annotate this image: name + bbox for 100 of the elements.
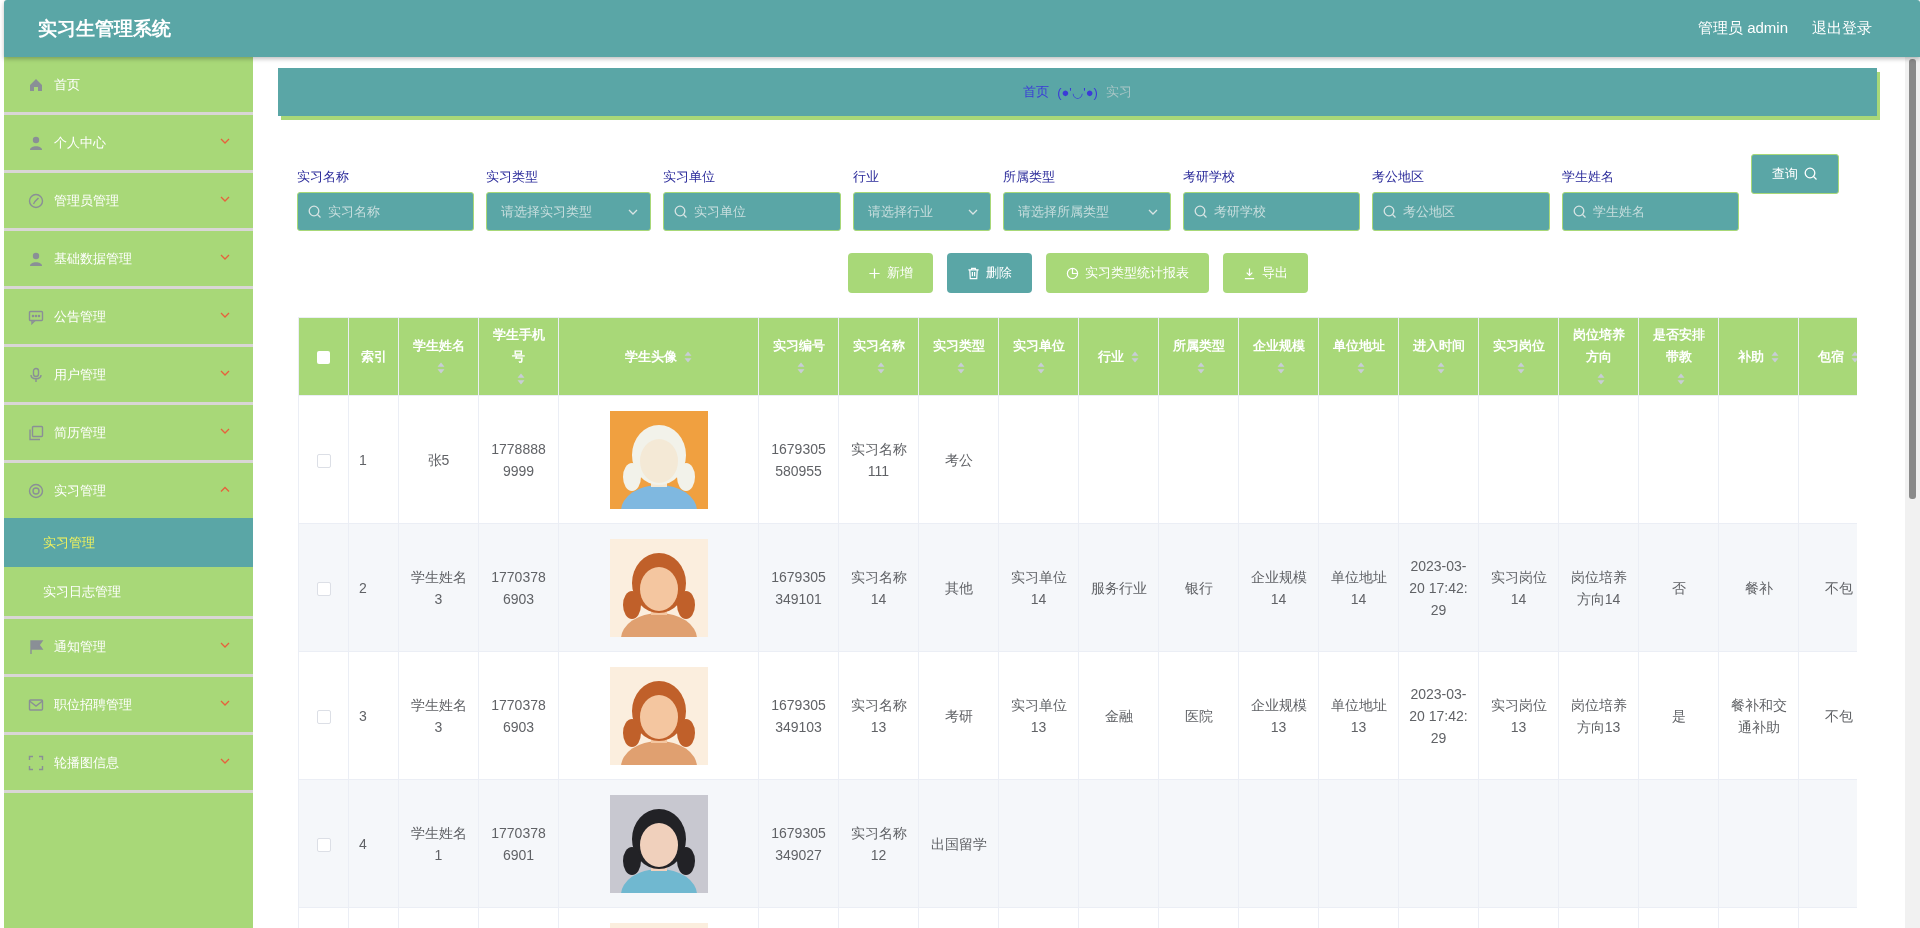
sort-icon[interactable] bbox=[1596, 373, 1605, 386]
search-field[interactable]: 实习单位 bbox=[663, 192, 841, 231]
mic-icon bbox=[28, 366, 44, 383]
sort-icon[interactable] bbox=[516, 373, 525, 386]
row-checkbox[interactable] bbox=[316, 837, 331, 852]
select-field[interactable]: 请选择实习类型 bbox=[486, 192, 651, 231]
action-button[interactable]: 新增 bbox=[847, 253, 933, 293]
select-all-checkbox[interactable] bbox=[317, 350, 330, 364]
sort-icon[interactable] bbox=[1276, 362, 1285, 375]
pie-icon bbox=[1065, 266, 1079, 280]
menu-item[interactable]: 通知管理 bbox=[4, 619, 253, 674]
column-header[interactable]: 学生头像 bbox=[624, 345, 677, 368]
sort-icon[interactable] bbox=[1676, 373, 1685, 386]
table-cell: 张5 bbox=[427, 451, 450, 468]
table-cell: 其他 bbox=[944, 579, 973, 596]
column-header[interactable]: 企业规模 bbox=[1252, 334, 1305, 357]
table-cell: 实习名称13 bbox=[850, 696, 907, 735]
table-cell: 企业规模13 bbox=[1250, 696, 1307, 735]
frame-icon bbox=[28, 754, 44, 771]
row-checkbox[interactable] bbox=[316, 581, 331, 596]
sort-icon[interactable] bbox=[1436, 362, 1445, 375]
sort-icon[interactable] bbox=[1771, 351, 1780, 364]
table-cell: 实习单位13 bbox=[1010, 696, 1067, 735]
scrollbar[interactable] bbox=[1905, 57, 1920, 928]
menu-item[interactable]: 个人中心 bbox=[4, 115, 253, 170]
row-checkbox[interactable] bbox=[316, 709, 331, 724]
search-button[interactable]: 查询 bbox=[1751, 154, 1839, 194]
column-header[interactable]: 行业 bbox=[1097, 345, 1124, 368]
menu-item[interactable]: 公告管理 bbox=[4, 289, 253, 344]
table-cell: 学生姓名3 bbox=[410, 568, 467, 607]
column-header[interactable]: 包宿 bbox=[1817, 345, 1844, 368]
table-cell: 17788889999 bbox=[491, 440, 546, 479]
column-header[interactable]: 实习编号 bbox=[772, 334, 825, 357]
search-icon bbox=[1804, 167, 1818, 181]
filter-label: 考公地区 bbox=[1372, 168, 1425, 184]
sort-icon[interactable] bbox=[876, 362, 885, 375]
menu-item[interactable]: 简历管理 bbox=[4, 405, 253, 460]
search-field[interactable]: 考公地区 bbox=[1372, 192, 1550, 231]
sort-icon[interactable] bbox=[1356, 362, 1365, 375]
table-cell: 不包 bbox=[1824, 579, 1853, 596]
table-cell: 2023-03-20 17:42:29 bbox=[1409, 685, 1468, 746]
menu-item[interactable]: 用户管理 bbox=[4, 347, 253, 402]
table-cell: 实习名称111 bbox=[850, 440, 907, 479]
select-field[interactable]: 请选择行业 bbox=[853, 192, 991, 231]
table-cell: 银行 bbox=[1184, 579, 1213, 596]
compass-icon bbox=[28, 192, 44, 209]
search-field[interactable]: 考研学校 bbox=[1183, 192, 1360, 231]
table-cell: 1679305349027 bbox=[771, 824, 826, 863]
column-header[interactable]: 单位地址 bbox=[1332, 334, 1385, 357]
column-header[interactable]: 实习名称 bbox=[852, 334, 905, 357]
table-cell: 17703786903 bbox=[491, 568, 546, 607]
table-cell: 4 bbox=[359, 835, 367, 852]
search-field[interactable]: 实习名称 bbox=[297, 192, 474, 231]
table-cell: 实习名称14 bbox=[850, 568, 907, 607]
table-cell: 2 bbox=[359, 579, 367, 596]
column-header[interactable]: 实习类型 bbox=[932, 334, 985, 357]
filter-label: 行业 bbox=[853, 168, 880, 184]
table-cell: 单位地址13 bbox=[1330, 696, 1387, 735]
app-title: 实习生管理系统 bbox=[38, 16, 171, 41]
table-cell: 不包 bbox=[1824, 707, 1853, 724]
menu-item[interactable]: 轮播图信息 bbox=[4, 735, 253, 790]
table-cell: 1679305349101 bbox=[771, 568, 826, 607]
sort-icon[interactable] bbox=[1851, 351, 1857, 364]
action-button[interactable]: 导出 bbox=[1222, 253, 1308, 293]
logout-link[interactable]: 退出登录 bbox=[1812, 19, 1872, 38]
menu-item[interactable]: 管理员管理 bbox=[4, 173, 253, 228]
download-icon bbox=[1242, 266, 1256, 280]
sort-icon[interactable] bbox=[1516, 362, 1525, 375]
sort-icon[interactable] bbox=[436, 362, 445, 375]
flag-icon bbox=[28, 638, 44, 655]
column-header[interactable]: 补助 bbox=[1737, 345, 1764, 368]
column-header[interactable]: 进入时间 bbox=[1412, 334, 1465, 357]
select-field[interactable]: 请选择所属类型 bbox=[1003, 192, 1171, 231]
sort-icon[interactable] bbox=[956, 362, 965, 375]
menu-item[interactable]: 实习管理 bbox=[4, 463, 253, 518]
menu-item[interactable]: 职位招聘管理 bbox=[4, 677, 253, 732]
column-header[interactable]: 学生姓名 bbox=[412, 334, 465, 357]
menu-item[interactable]: 基础数据管理 bbox=[4, 231, 253, 286]
column-header[interactable]: 实习单位 bbox=[1012, 334, 1065, 357]
search-field[interactable]: 学生姓名 bbox=[1562, 192, 1739, 231]
sort-icon[interactable] bbox=[1131, 351, 1140, 364]
column-header[interactable]: 所属类型 bbox=[1172, 334, 1225, 357]
mail-icon bbox=[28, 696, 44, 713]
table-cell: 考公 bbox=[944, 451, 973, 468]
sort-icon[interactable] bbox=[1196, 362, 1205, 375]
submenu-item[interactable]: 实习管理 bbox=[4, 518, 253, 567]
menu-item[interactable]: 首页 bbox=[4, 57, 253, 112]
row-checkbox[interactable] bbox=[316, 453, 331, 468]
sort-icon[interactable] bbox=[1036, 362, 1045, 375]
ring-icon bbox=[28, 482, 44, 499]
table-cell: 1 bbox=[359, 451, 367, 468]
action-button[interactable]: 删除 bbox=[946, 253, 1032, 293]
table-cell: 1679305580955 bbox=[771, 440, 826, 479]
sort-icon[interactable] bbox=[796, 362, 805, 375]
filter-label: 实习类型 bbox=[486, 168, 539, 184]
column-header[interactable]: 实习岗位 bbox=[1492, 334, 1545, 357]
action-button[interactable]: 实习类型统计报表 bbox=[1045, 253, 1209, 293]
breadcrumb-item[interactable]: 首页 bbox=[1023, 83, 1050, 101]
sort-icon[interactable] bbox=[684, 351, 693, 364]
submenu-item[interactable]: 实习日志管理 bbox=[4, 567, 253, 616]
